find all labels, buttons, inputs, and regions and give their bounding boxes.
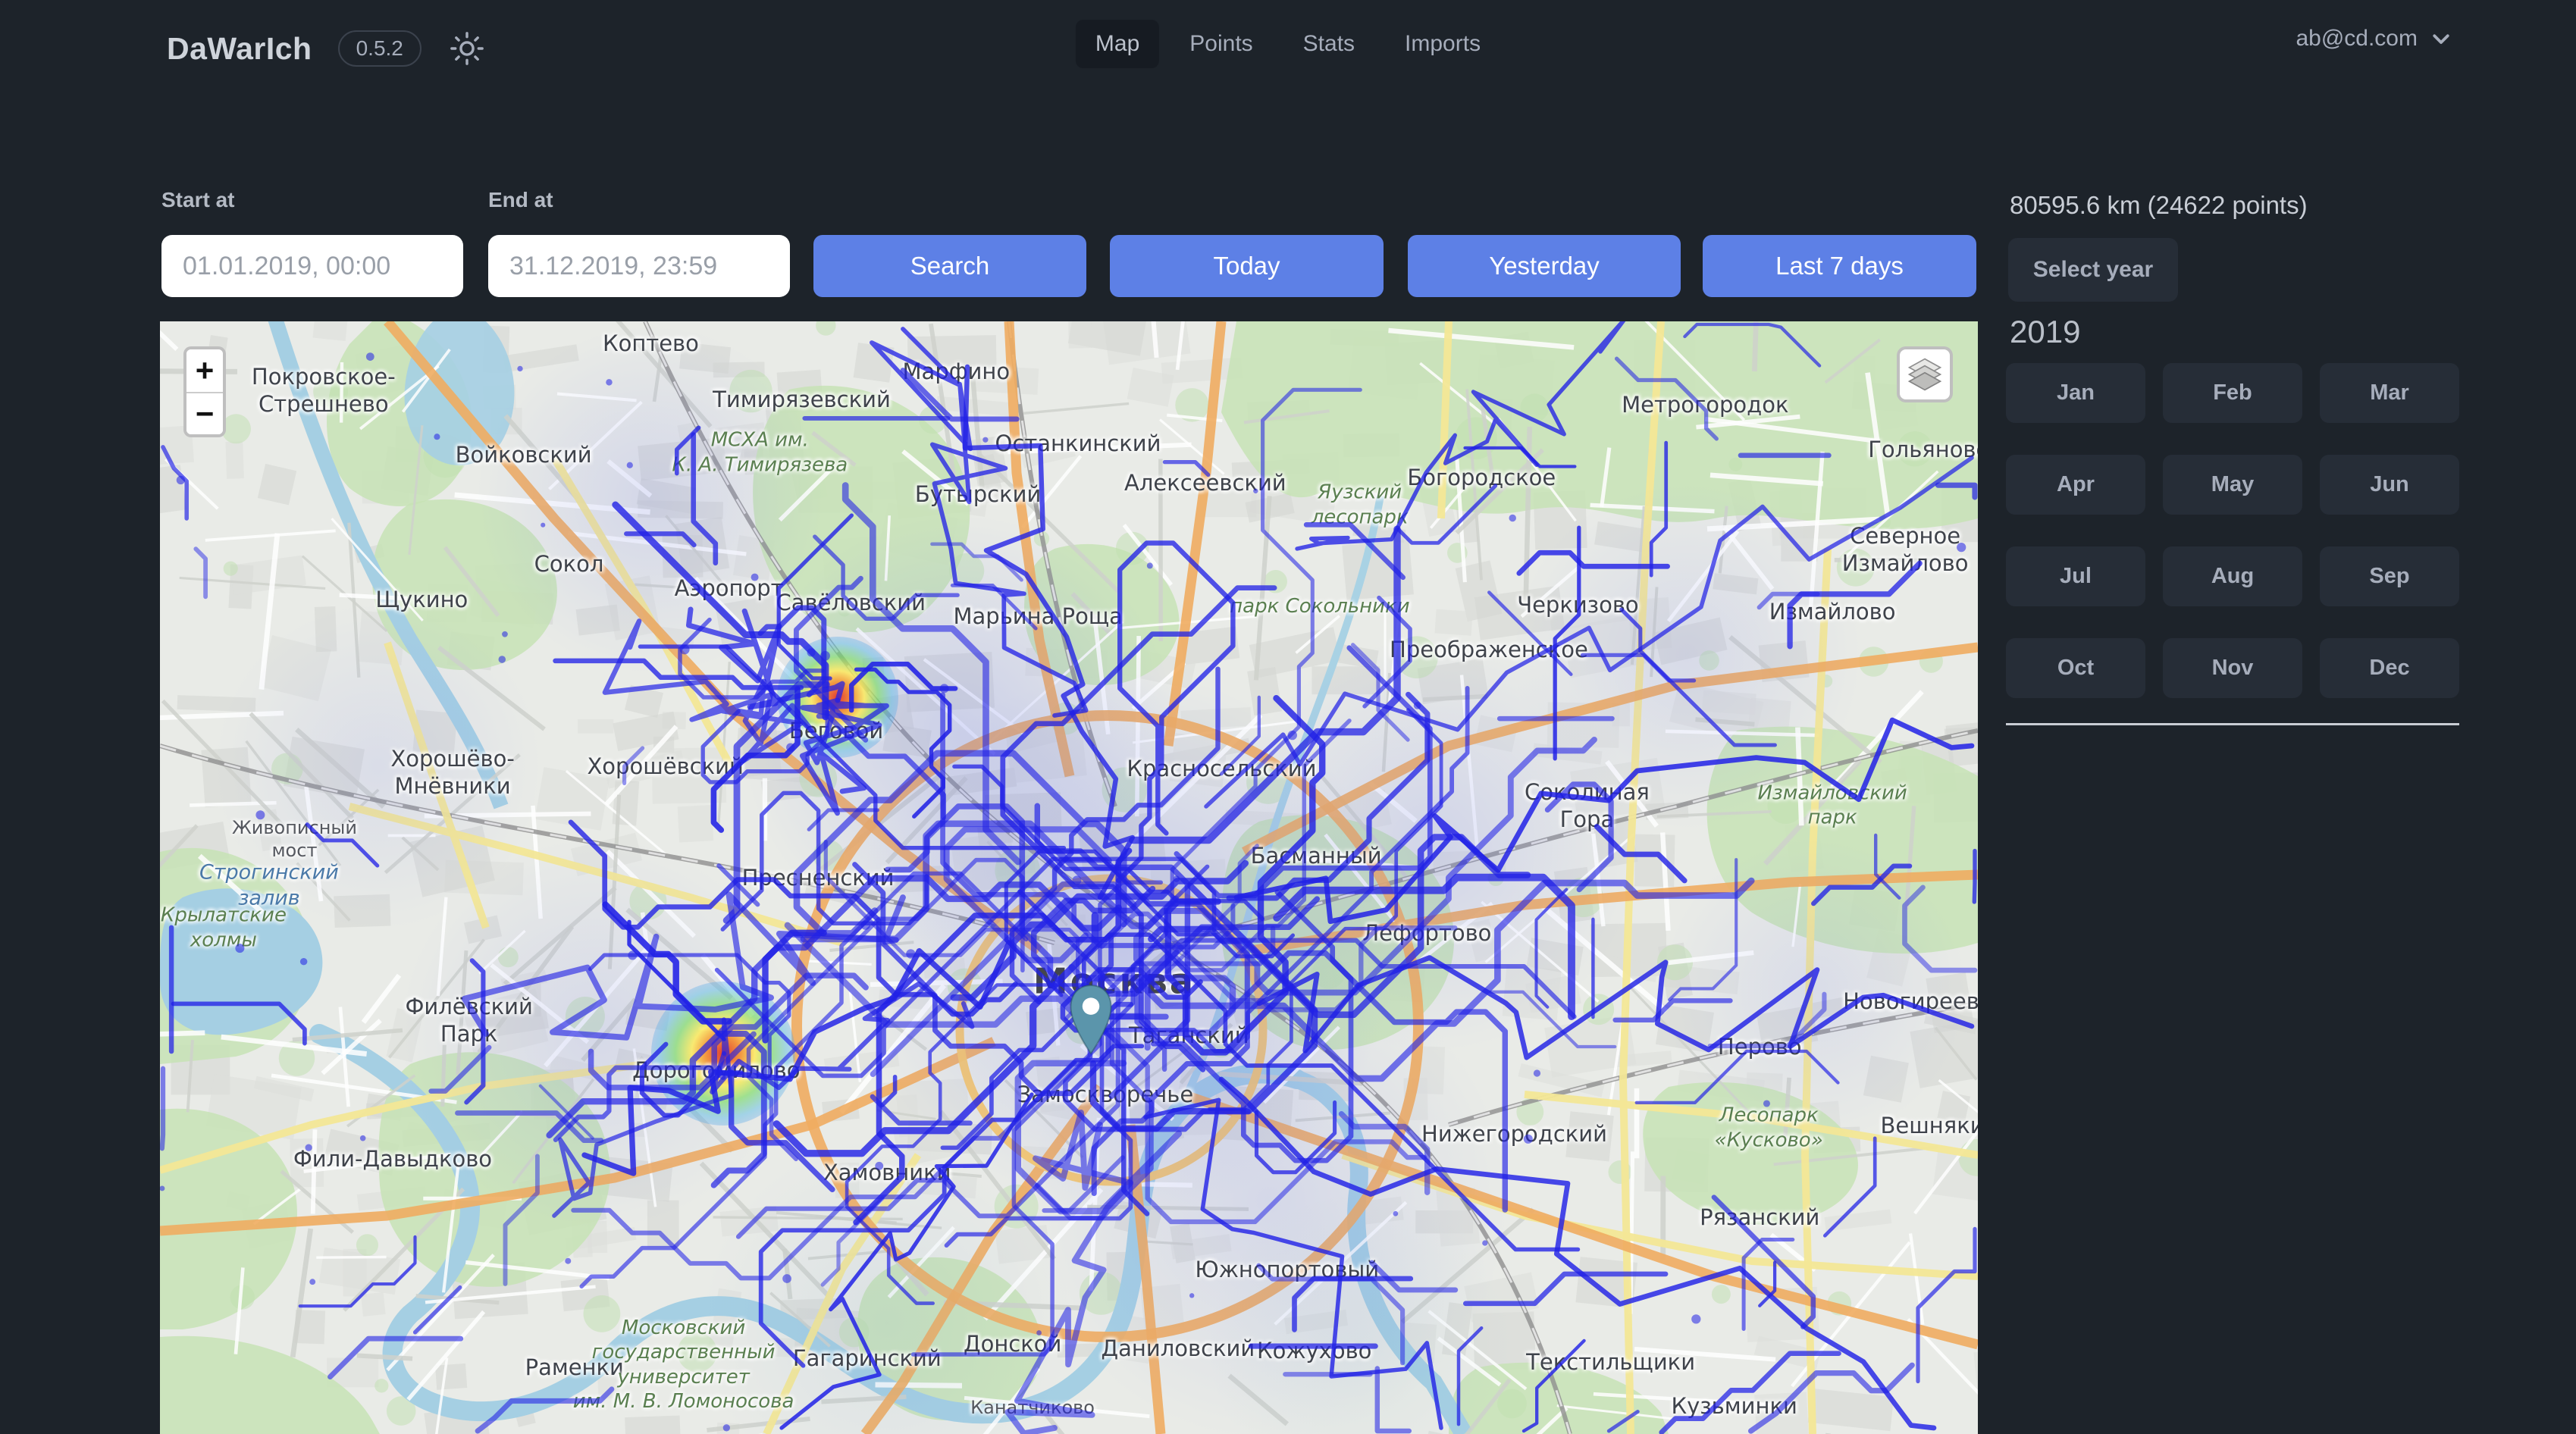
layers-icon bbox=[1906, 355, 1944, 393]
layers-control-button[interactable] bbox=[1897, 346, 1953, 402]
search-button[interactable]: Search bbox=[813, 235, 1086, 297]
zoom-out-button[interactable]: − bbox=[186, 392, 223, 434]
month-dec-button[interactable]: Dec bbox=[2320, 638, 2459, 698]
select-year-button[interactable]: Select year bbox=[2008, 238, 2178, 302]
page: { "colors": { "primary": "#5d80e6", "tra… bbox=[0, 0, 2576, 1434]
month-apr-button[interactable]: Apr bbox=[2006, 455, 2145, 515]
month-aug-button[interactable]: Aug bbox=[2163, 546, 2302, 606]
sun-icon bbox=[450, 31, 484, 66]
sidebar-divider bbox=[2006, 723, 2459, 725]
month-jun-button[interactable]: Jun bbox=[2320, 455, 2459, 515]
zoom-in-button[interactable]: + bbox=[186, 349, 223, 392]
app-logo[interactable]: DaWarIch bbox=[167, 31, 312, 67]
month-mar-button[interactable]: Mar bbox=[2320, 363, 2459, 423]
month-oct-button[interactable]: Oct bbox=[2006, 638, 2145, 698]
account-menu[interactable]: ab@cd.com bbox=[2296, 26, 2452, 52]
map-canvas[interactable]: КоптевоМарфиноПокровское- СтрешневоТимир… bbox=[160, 321, 1978, 1434]
month-nov-button[interactable]: Nov bbox=[2163, 638, 2302, 698]
start-at-input[interactable] bbox=[161, 235, 463, 297]
chevron-down-icon bbox=[2430, 27, 2452, 50]
version-badge: 0.5.2 bbox=[338, 30, 421, 67]
tab-map[interactable]: Map bbox=[1076, 20, 1159, 68]
month-sep-button[interactable]: Sep bbox=[2320, 546, 2459, 606]
gps-tracks-layer bbox=[160, 321, 1978, 1434]
location-marker[interactable] bbox=[1067, 984, 1115, 1059]
yesterday-button[interactable]: Yesterday bbox=[1408, 235, 1681, 297]
tab-points[interactable]: Points bbox=[1170, 20, 1272, 68]
theme-toggle-button[interactable] bbox=[447, 29, 487, 68]
year-heading: 2019 bbox=[2010, 314, 2080, 350]
end-at-input[interactable] bbox=[488, 235, 790, 297]
tab-imports[interactable]: Imports bbox=[1385, 20, 1500, 68]
today-button[interactable]: Today bbox=[1110, 235, 1384, 297]
month-feb-button[interactable]: Feb bbox=[2163, 363, 2302, 423]
app-header: DaWarIch 0.5.2 MapPointsStatsImports ab@… bbox=[0, 0, 2576, 91]
last-7-days-button[interactable]: Last 7 days bbox=[1703, 235, 1976, 297]
account-email: ab@cd.com bbox=[2296, 26, 2418, 52]
month-jan-button[interactable]: Jan bbox=[2006, 363, 2145, 423]
tab-stats[interactable]: Stats bbox=[1283, 20, 1374, 68]
distance-stats: 80595.6 km (24622 points) bbox=[2010, 191, 2308, 220]
main-nav: MapPointsStatsImports bbox=[1076, 20, 1500, 68]
map-zoom-control: + − bbox=[183, 346, 226, 437]
month-jul-button[interactable]: Jul bbox=[2006, 546, 2145, 606]
month-may-button[interactable]: May bbox=[2163, 455, 2302, 515]
end-at-label: End at bbox=[488, 188, 553, 212]
brand: DaWarIch 0.5.2 bbox=[167, 29, 487, 68]
month-grid: Jan Feb Mar Apr May Jun Jul Aug Sep Oct Nov Dec bbox=[2006, 363, 2459, 698]
start-at-label: Start at bbox=[161, 188, 234, 212]
